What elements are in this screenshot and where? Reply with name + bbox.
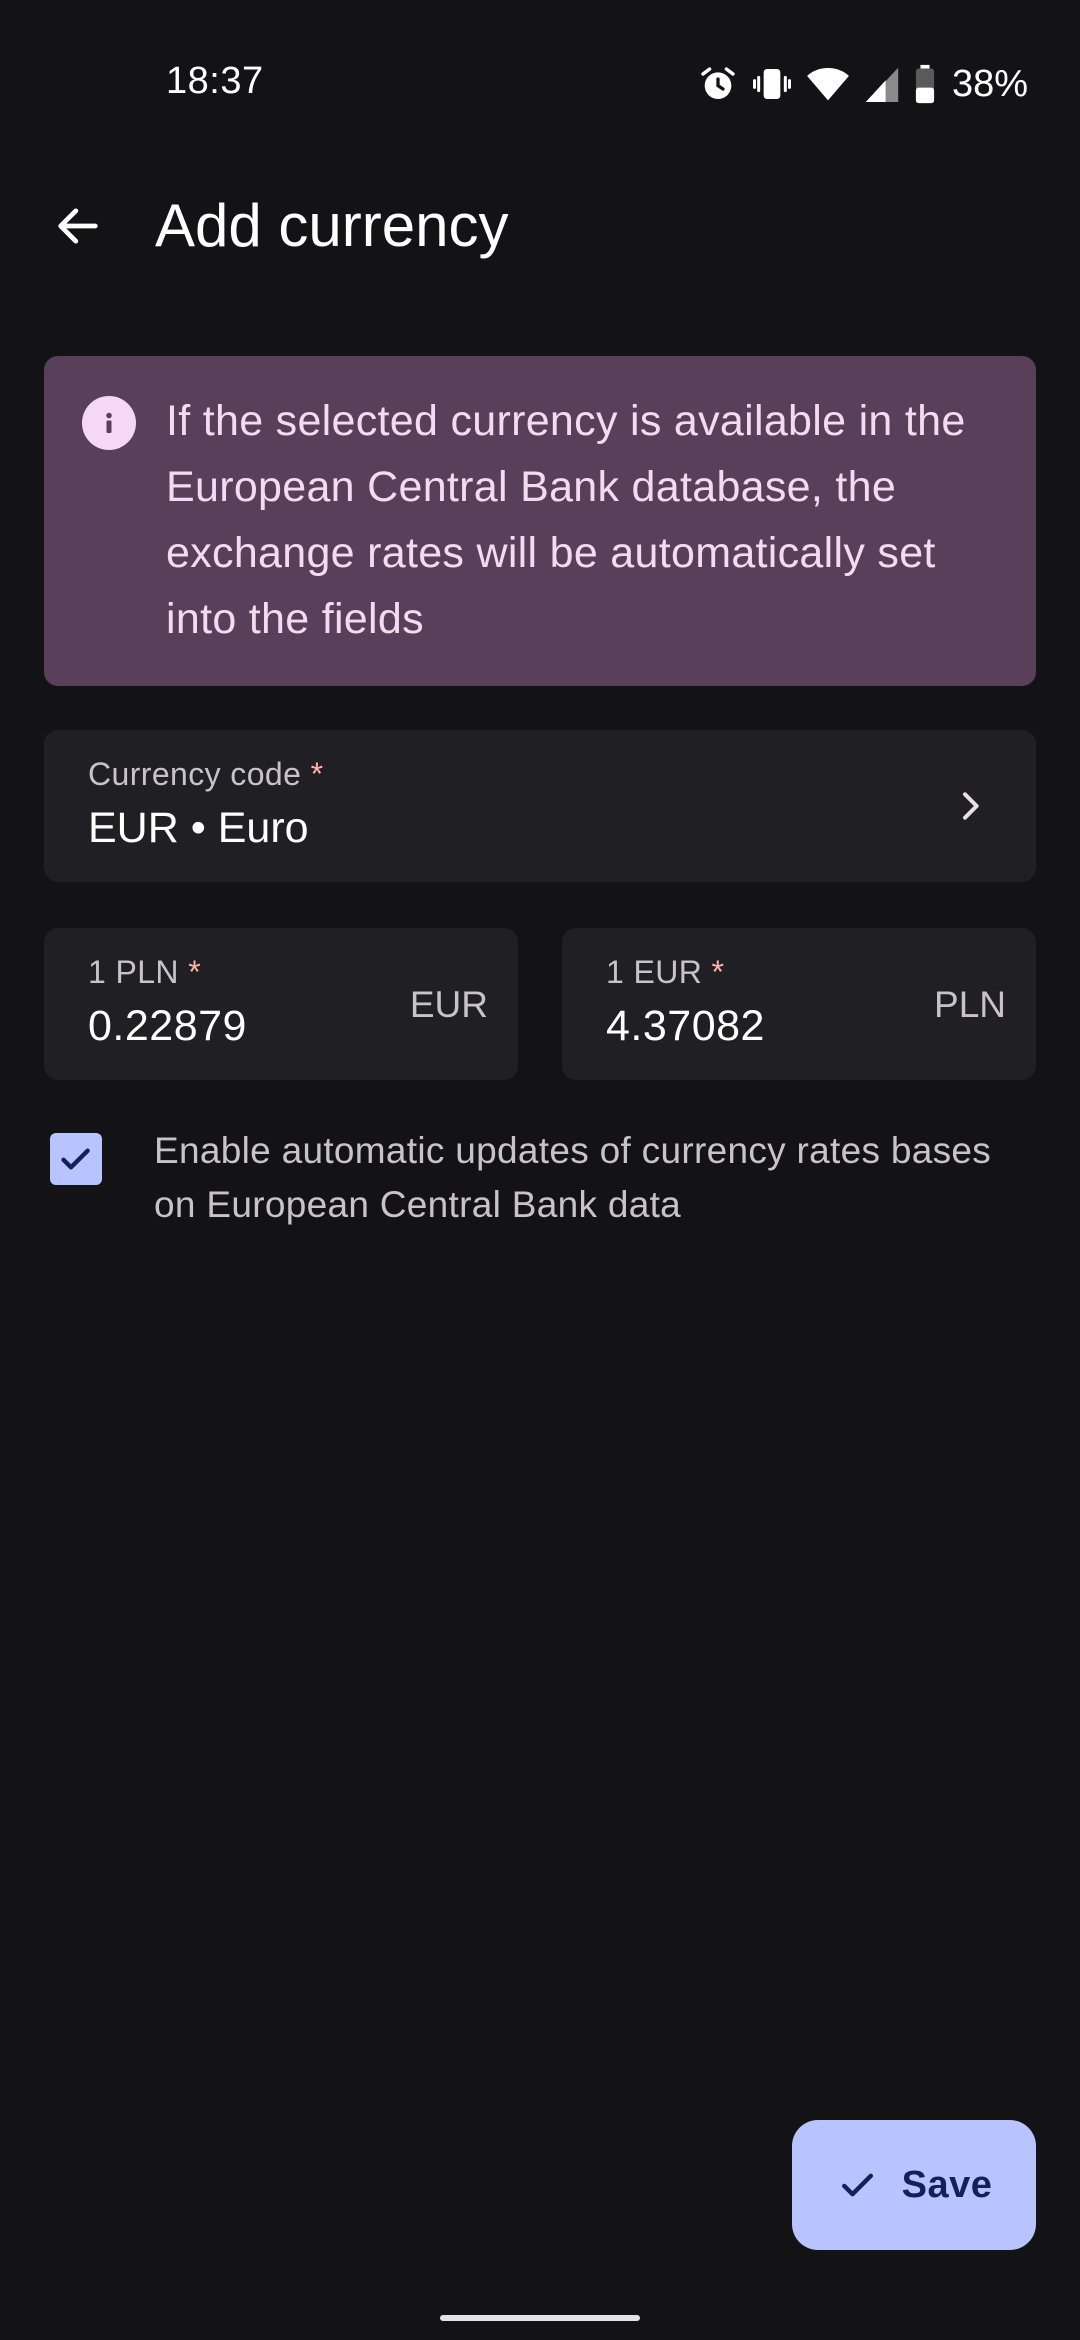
info-banner-text: If the selected currency is available in… (166, 397, 966, 643)
wifi-icon (806, 64, 850, 104)
check-icon (841, 2173, 873, 2197)
alarm-icon (698, 64, 738, 104)
battery-icon (914, 64, 936, 104)
eur-rate-label: 1 EUR * (606, 954, 724, 991)
chevron-right-icon (944, 780, 996, 832)
auto-update-label[interactable]: Enable automatic updates of currency rat… (154, 1124, 1014, 1232)
eur-rate-suffix: PLN (934, 984, 1006, 1025)
pln-rate-label: 1 PLN * (88, 954, 201, 991)
status-time: 18:37 (166, 60, 264, 102)
currency-code-label: Currency code * (88, 756, 323, 793)
required-mark: * (310, 756, 324, 792)
back-button[interactable] (40, 188, 116, 264)
pln-rate-suffix: EUR (409, 984, 488, 1025)
arrow-back-icon (58, 208, 98, 244)
gesture-navigation-bar[interactable] (440, 2315, 640, 2321)
required-mark: * (711, 954, 725, 990)
required-mark: * (188, 954, 202, 990)
top-app-bar: Add currency (0, 170, 1080, 280)
pln-rate-label-text: 1 PLN (88, 954, 179, 990)
save-label: Save (901, 2163, 993, 2206)
check-icon (61, 1148, 90, 1170)
auto-update-checkbox[interactable] (50, 1133, 102, 1185)
vibrate-icon (752, 64, 792, 104)
page-title: Add currency (155, 192, 509, 259)
signal-icon (864, 64, 900, 104)
battery-percent: 38% (951, 62, 1028, 105)
pln-rate-value: 0.22879 (88, 1002, 247, 1050)
status-bar: 18:37 38% (0, 0, 1080, 170)
status-icons: 38% (698, 62, 1028, 106)
auto-update-row: Enable automatic updates of currency rat… (44, 1120, 1036, 1260)
currency-code-value: EUR • Euro (88, 804, 309, 852)
eur-rate-label-text: 1 EUR (606, 954, 703, 990)
currency-code-field[interactable]: Currency code * EUR • Euro (44, 730, 1036, 882)
eur-rate-value: 4.37082 (606, 1002, 765, 1050)
info-icon (82, 396, 136, 450)
currency-code-label-text: Currency code (88, 756, 302, 792)
pln-to-eur-rate-input[interactable]: 1 PLN * 0.22879 EUR (44, 928, 518, 1080)
save-button[interactable]: Save (792, 2120, 1036, 2250)
eur-to-pln-rate-input[interactable]: 1 EUR * 4.37082 PLN (562, 928, 1036, 1080)
info-banner: If the selected currency is available in… (44, 356, 1036, 686)
